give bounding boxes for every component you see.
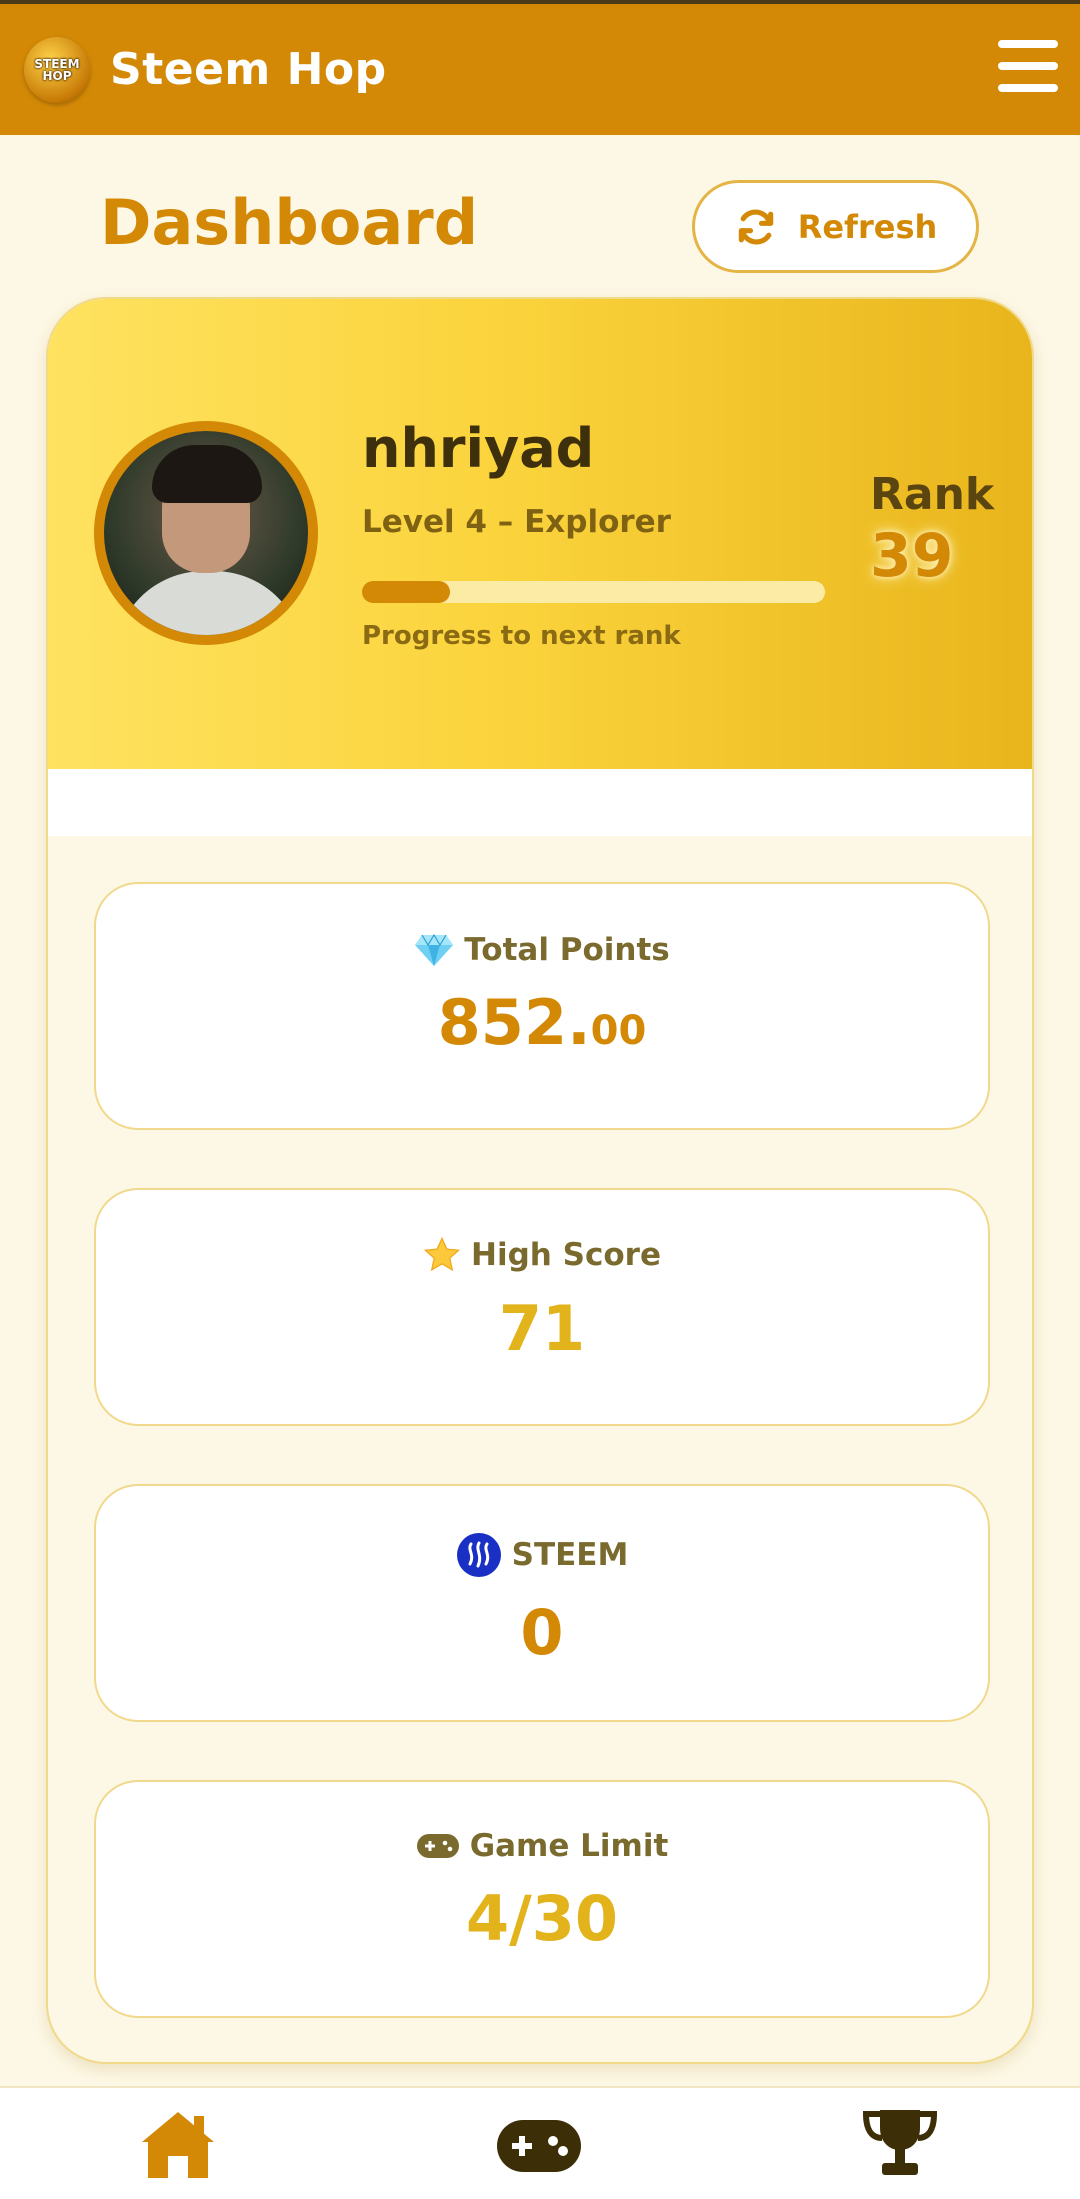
logo-text: STEEM HOP (34, 56, 80, 83)
progress-label: Progress to next rank (362, 621, 681, 651)
steem-card: STEEM 0 (94, 1484, 990, 1722)
high-score-value: 71 (498, 1292, 586, 1365)
refresh-icon (738, 209, 773, 244)
refresh-button[interactable]: Refresh (692, 180, 979, 273)
trophy-icon (862, 2110, 938, 2175)
star-icon (423, 1236, 461, 1272)
steem-value: 0 (520, 1596, 564, 1669)
gamepad-icon (416, 1834, 459, 1858)
profile-divider (48, 769, 1032, 836)
app-logo[interactable]: STEEM HOP (24, 36, 90, 103)
gem-icon (415, 933, 454, 966)
total-points-card: Total Points 852.00 (94, 882, 990, 1130)
high-score-card: High Score 71 (94, 1188, 990, 1426)
nav-home[interactable] (138, 2108, 218, 2184)
rank-progress-bar (362, 581, 825, 603)
rank-value: 39 (870, 521, 954, 591)
total-points-value: 852.00 (96, 986, 988, 1059)
nav-leaderboard[interactable] (860, 2106, 940, 2182)
dashboard-card: nhriyad Level 4 – Explorer Progress to n… (46, 297, 1034, 2064)
gamepad-icon (497, 2120, 581, 2172)
bottom-nav (0, 2086, 1080, 2199)
username: nhriyad (362, 417, 595, 480)
steem-icon (456, 1533, 501, 1577)
nav-games[interactable] (496, 2118, 582, 2178)
level-label: Level 4 – Explorer (362, 504, 671, 540)
game-limit-card: Game Limit 4/30 (94, 1780, 990, 2018)
hamburger-menu-icon[interactable] (998, 40, 1058, 92)
total-points-label: Total Points (464, 932, 670, 968)
refresh-label: Refresh (797, 207, 938, 246)
rank-progress-fill (362, 581, 450, 603)
rank-label: Rank (870, 469, 995, 520)
profile-banner: nhriyad Level 4 – Explorer Progress to n… (48, 299, 1032, 769)
game-limit-label: Game Limit (469, 1828, 669, 1864)
home-icon (142, 2112, 214, 2178)
total-points-decimal: 00 (590, 1008, 647, 1054)
avatar (94, 421, 318, 645)
total-points-integer: 852. (437, 986, 591, 1059)
app-title: Steem Hop (110, 44, 387, 95)
app-header: STEEM HOP Steem Hop (0, 4, 1080, 135)
game-limit-value: 4/30 (465, 1882, 619, 1955)
page-title: Dashboard (100, 186, 479, 259)
high-score-label: High Score (471, 1237, 661, 1273)
steem-label: STEEM (511, 1537, 629, 1573)
